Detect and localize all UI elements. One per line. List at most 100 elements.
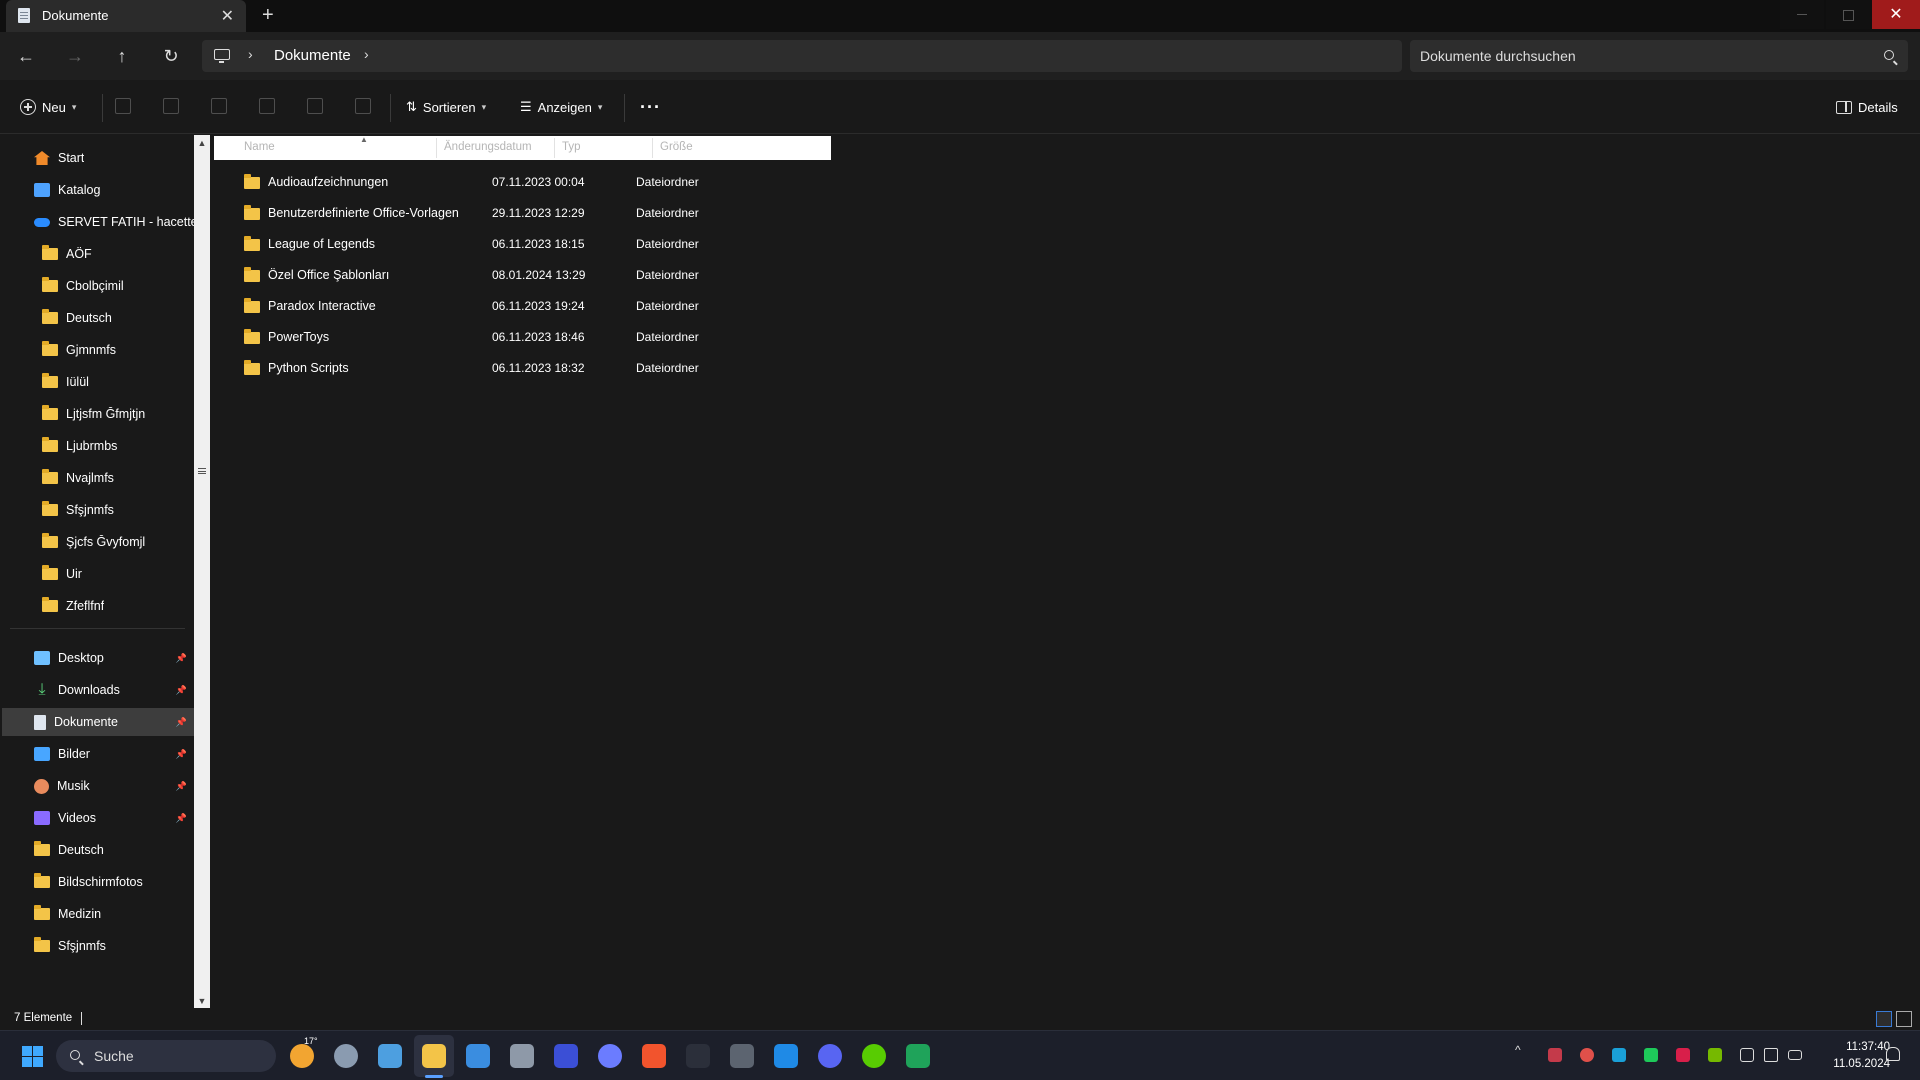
brave-browser-icon[interactable] xyxy=(642,1044,666,1068)
pin-icon[interactable]: 📌 xyxy=(176,749,187,760)
sidebar-item[interactable]: Nvajlmfs xyxy=(2,464,195,492)
rename-icon[interactable] xyxy=(259,98,275,114)
network-app-icon[interactable] xyxy=(730,1044,754,1068)
sidebar-item[interactable]: ⤓ Downloads 📌 xyxy=(2,676,195,704)
tray-security-icon[interactable] xyxy=(1612,1048,1626,1062)
minimize-button[interactable] xyxy=(1780,0,1824,29)
store-icon[interactable] xyxy=(466,1044,490,1068)
settings-app-icon[interactable] xyxy=(334,1044,358,1068)
tray-app-icon[interactable] xyxy=(1644,1048,1658,1062)
sidebar-scrollbar[interactable]: ▲ ▼ xyxy=(194,135,210,1009)
cut-icon[interactable] xyxy=(115,98,131,114)
column-size[interactable]: Größe xyxy=(660,141,693,153)
sidebar-item[interactable]: Sfşjnmfs xyxy=(2,496,195,524)
close-window-button[interactable]: ✕ xyxy=(1872,0,1920,29)
column-name[interactable]: Name xyxy=(244,141,275,153)
duolingo-icon[interactable] xyxy=(862,1044,886,1068)
volume-muted-icon[interactable] xyxy=(1764,1048,1778,1062)
column-type[interactable]: Typ xyxy=(562,141,581,153)
add-tab-button[interactable]: + xyxy=(262,4,274,27)
new-button[interactable]: Neu ▾ xyxy=(20,95,76,119)
back-arrow-icon[interactable]: ← xyxy=(12,42,40,70)
up-arrow-icon[interactable]: ↑ xyxy=(108,42,136,70)
sidebar-item[interactable]: Start xyxy=(2,144,195,172)
math-app-icon[interactable] xyxy=(554,1044,578,1068)
windows-start-icon[interactable] xyxy=(22,1046,44,1068)
tray-overflow-icon[interactable]: ^ xyxy=(1515,1043,1521,1057)
sidebar-item[interactable]: Cbolbçimil xyxy=(2,272,195,300)
tray-app-icon[interactable] xyxy=(1676,1048,1690,1062)
sidebar-item[interactable]: Iülül xyxy=(2,368,195,396)
pin-icon[interactable]: 📌 xyxy=(176,813,187,824)
column-date[interactable]: Änderungsdatum xyxy=(444,141,532,153)
scroll-thumb[interactable] xyxy=(198,468,206,474)
stocks-app-icon[interactable] xyxy=(906,1044,930,1068)
vscode-icon[interactable] xyxy=(774,1044,798,1068)
clock-time[interactable]: 11:37:40 xyxy=(1830,1041,1890,1053)
sidebar-item[interactable]: Bildschirmfotos xyxy=(2,868,195,896)
sidebar-item[interactable]: Ljtjsfm Ğfmjtjn xyxy=(2,400,195,428)
tiles-view-icon[interactable] xyxy=(1896,1011,1912,1027)
copilot-icon[interactable] xyxy=(598,1044,622,1068)
sidebar-item[interactable]: Dokumente 📌 xyxy=(2,708,195,736)
clock-date[interactable]: 11.05.2024 xyxy=(1818,1058,1890,1070)
pin-icon[interactable]: 📌 xyxy=(176,653,187,664)
calculator-icon[interactable] xyxy=(510,1044,534,1068)
tray-app-icon[interactable] xyxy=(1548,1048,1562,1062)
refresh-icon[interactable]: ↻ xyxy=(157,42,185,70)
sidebar-item[interactable]: AÖF xyxy=(2,240,195,268)
address-bar[interactable]: › Dokumente › xyxy=(202,40,1402,72)
sidebar-item[interactable]: Videos 📌 xyxy=(2,804,195,832)
network-icon[interactable] xyxy=(1740,1048,1754,1062)
sidebar-item[interactable]: Deutsch xyxy=(2,304,195,332)
explorer-tab[interactable]: Dokumente ✕ xyxy=(6,0,246,32)
notification-bell-icon[interactable] xyxy=(1886,1047,1900,1061)
sort-button[interactable]: ⇅ Sortieren ▾ xyxy=(406,95,486,119)
column-divider[interactable] xyxy=(436,138,437,158)
file-explorer-icon[interactable] xyxy=(422,1044,446,1068)
search-input[interactable]: Dokumente durchsuchen xyxy=(1410,40,1908,72)
forward-arrow-icon[interactable]: → xyxy=(61,42,89,70)
sidebar-item[interactable]: Sfşjnmfs xyxy=(2,932,195,960)
column-divider[interactable] xyxy=(652,138,653,158)
scroll-up-arrow-icon[interactable]: ▲ xyxy=(194,135,210,151)
taskbar-search[interactable]: Suche xyxy=(56,1040,276,1072)
paste-icon[interactable] xyxy=(211,98,227,114)
sidebar-item[interactable]: Katalog xyxy=(2,176,195,204)
column-divider[interactable] xyxy=(554,138,555,158)
search-icon[interactable] xyxy=(1884,50,1894,60)
sidebar-item[interactable]: Desktop 📌 xyxy=(2,644,195,672)
share-icon[interactable] xyxy=(307,98,323,114)
pin-icon[interactable]: 📌 xyxy=(176,717,187,728)
details-pane-button[interactable]: Details xyxy=(1836,95,1898,119)
sidebar-item[interactable]: Şjcfs Ğvyfomjl xyxy=(2,528,195,556)
sidebar-item[interactable]: Bilder 📌 xyxy=(2,740,195,768)
chevron-right-icon[interactable]: › xyxy=(364,46,369,62)
details-view-icon[interactable] xyxy=(1876,1011,1892,1027)
view-button[interactable]: ☰ Anzeigen ▾ xyxy=(520,95,602,119)
sidebar-item[interactable]: SERVET FATIH - hacettepe. xyxy=(2,208,195,236)
copy-icon[interactable] xyxy=(163,98,179,114)
chevron-right-icon[interactable]: › xyxy=(248,46,253,62)
sidebar-item[interactable]: Deutsch xyxy=(2,836,195,864)
more-options-button[interactable]: ··· xyxy=(640,95,661,119)
pin-icon[interactable]: 📌 xyxy=(176,781,187,792)
delete-icon[interactable] xyxy=(355,98,371,114)
tray-chrome-icon[interactable] xyxy=(1580,1048,1594,1062)
sidebar-item[interactable]: Zfeflfnf xyxy=(2,592,195,620)
maximize-button[interactable] xyxy=(1826,0,1870,29)
battery-icon[interactable] xyxy=(1788,1050,1802,1060)
sidebar-item[interactable]: Uir xyxy=(2,560,195,588)
sidebar-item[interactable]: Gjmnmfs xyxy=(2,336,195,364)
discord-icon[interactable] xyxy=(818,1044,842,1068)
breadcrumb-dokumente[interactable]: Dokumente xyxy=(274,47,351,64)
terminal-icon[interactable] xyxy=(686,1044,710,1068)
tray-nvidia-icon[interactable] xyxy=(1708,1048,1722,1062)
weather-icon[interactable] xyxy=(290,1044,314,1068)
close-tab-icon[interactable]: ✕ xyxy=(221,6,234,26)
sidebar-item[interactable]: Ljubrmbs xyxy=(2,432,195,460)
control-panel-icon[interactable] xyxy=(378,1044,402,1068)
sidebar-item[interactable]: Medizin xyxy=(2,900,195,928)
sidebar-item[interactable]: Musik 📌 xyxy=(2,772,195,800)
scroll-down-arrow-icon[interactable]: ▼ xyxy=(194,993,210,1009)
